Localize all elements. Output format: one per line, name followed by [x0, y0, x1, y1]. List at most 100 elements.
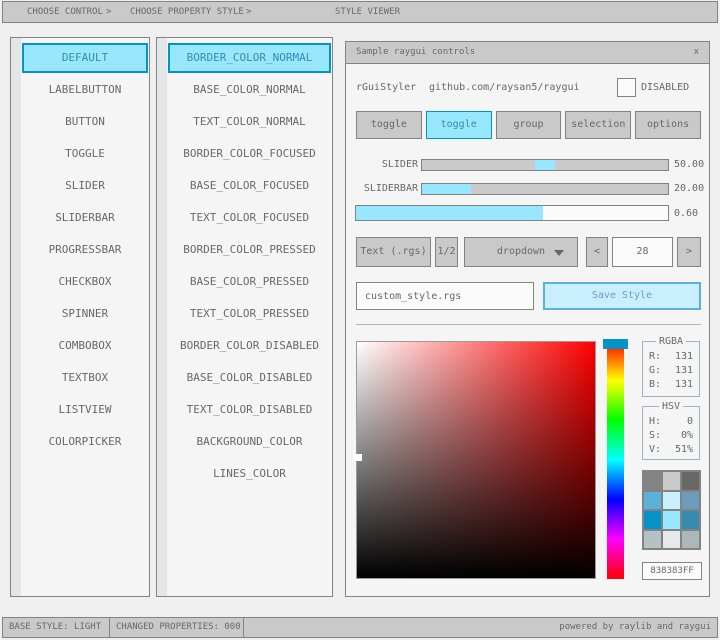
disabled-checkbox-label: DISABLED	[641, 78, 689, 97]
s-value: 0%	[681, 429, 693, 443]
color-panel-cursor[interactable]	[353, 454, 362, 461]
breadcrumb-choose-property-style: CHOOSE PROPERTY STYLE	[130, 2, 244, 22]
h-label: H:	[649, 415, 661, 429]
list-item-background-color[interactable]: BACKGROUND_COLOR	[168, 427, 331, 457]
style-palette-grid	[642, 470, 701, 550]
dropdown[interactable]: dropdown	[464, 237, 578, 267]
r-value: 131	[675, 350, 693, 364]
slider-value: 50.00	[674, 158, 704, 172]
v-label: V:	[649, 443, 661, 457]
list-item-sliderbar[interactable]: SLIDERBAR	[22, 203, 148, 233]
palette-swatch	[644, 492, 661, 510]
controls-list-panel: DEFAULT LABELBUTTON BUTTON TOGGLE SLIDER…	[10, 37, 150, 597]
list-item-border-color-disabled[interactable]: BORDER_COLOR_DISABLED	[168, 331, 331, 361]
list-item-base-color-disabled[interactable]: BASE_COLOR_DISABLED	[168, 363, 331, 393]
spinner-increment-button[interactable]: >	[677, 237, 701, 267]
spinner-decrement-button[interactable]: <	[586, 237, 608, 267]
list-item-colorpicker[interactable]: COLORPICKER	[22, 427, 148, 457]
toggle-button[interactable]: group	[496, 111, 562, 139]
breadcrumb: CHOOSE CONTROL > CHOOSE PROPERTY STYLE >…	[2, 1, 718, 23]
chevron-down-icon	[554, 250, 564, 256]
list-item-base-color-pressed[interactable]: BASE_COLOR_PRESSED	[168, 267, 331, 297]
rgba-title: RGBA	[656, 336, 686, 347]
page-toggle-button[interactable]: 1/2	[435, 237, 458, 267]
list-item-listview[interactable]: LISTVIEW	[22, 395, 148, 425]
palette-swatch	[644, 511, 661, 529]
status-changed-properties: CHANGED PROPERTIES: 000	[109, 617, 244, 638]
palette-swatch	[663, 531, 680, 549]
sample-controls-window: Sample raygui controls x rGuiStyler gith…	[345, 41, 710, 597]
list-item-text-color-disabled[interactable]: TEXT_COLOR_DISABLED	[168, 395, 331, 425]
r-label: R:	[649, 350, 661, 364]
sliderbar-fill	[422, 184, 471, 194]
save-style-button[interactable]: Save Style	[543, 282, 701, 310]
s-label: S:	[649, 429, 661, 443]
g-label: G:	[649, 364, 661, 378]
b-value: 131	[675, 378, 693, 392]
window-titlebar: Sample raygui controls x	[346, 42, 709, 64]
window-title: Sample raygui controls	[356, 42, 475, 63]
hue-bar-cursor[interactable]	[603, 339, 628, 349]
list-item-text-color-pressed[interactable]: TEXT_COLOR_PRESSED	[168, 299, 331, 329]
progressbar-value: 0.60	[674, 207, 698, 221]
list-item-slider[interactable]: SLIDER	[22, 171, 148, 201]
toggle-button[interactable]: toggle	[426, 111, 492, 139]
rgba-groupbox: RGBA R:131 G:131 B:131	[642, 341, 700, 397]
list-item-lines-color[interactable]: LINES_COLOR	[168, 459, 331, 489]
disabled-checkbox[interactable]	[617, 78, 636, 97]
controls-list-scrollbar[interactable]	[11, 38, 21, 596]
app-name-label: rGuiStyler	[356, 78, 416, 97]
list-item-border-color-focused[interactable]: BORDER_COLOR_FOCUSED	[168, 139, 331, 169]
chevron-right-icon: >	[246, 2, 251, 22]
list-item-toggle[interactable]: TOGGLE	[22, 139, 148, 169]
list-item-labelbutton[interactable]: LABELBUTTON	[22, 75, 148, 105]
breadcrumb-style-viewer: STYLE VIEWER	[335, 2, 400, 22]
list-item-textbox[interactable]: TEXTBOX	[22, 363, 148, 393]
slider-handle[interactable]	[535, 160, 555, 170]
list-item-border-color-normal[interactable]: BORDER_COLOR_NORMAL	[168, 43, 331, 73]
hex-color-input[interactable]: 838383FF	[642, 562, 702, 580]
repo-label: github.com/raysan5/raygui	[429, 78, 580, 97]
list-item-text-color-focused[interactable]: TEXT_COLOR_FOCUSED	[168, 203, 331, 233]
toggle-group: toggle toggle group selection options	[356, 111, 701, 139]
hue-bar[interactable]	[607, 341, 624, 579]
properties-list-scrollbar[interactable]	[157, 38, 167, 596]
sliderbar[interactable]	[421, 183, 669, 195]
text-rgs-button[interactable]: Text (.rgs)	[356, 237, 431, 267]
list-item-button[interactable]: BUTTON	[22, 107, 148, 137]
palette-swatch	[663, 492, 680, 510]
hsv-groupbox: HSV H:0 S:0% V:51%	[642, 406, 700, 460]
close-icon[interactable]: x	[690, 42, 703, 63]
palette-swatch	[682, 531, 699, 549]
list-item-base-color-normal[interactable]: BASE_COLOR_NORMAL	[168, 75, 331, 105]
toggle-button[interactable]: toggle	[356, 111, 422, 139]
list-item-combobox[interactable]: COMBOBOX	[22, 331, 148, 361]
status-powered-by: powered by raylib and raygui	[243, 617, 718, 638]
spinner-value-box[interactable]: 28	[612, 237, 673, 267]
list-item-text-color-normal[interactable]: TEXT_COLOR_NORMAL	[168, 107, 331, 137]
toggle-button[interactable]: selection	[565, 111, 631, 139]
list-item-border-color-pressed[interactable]: BORDER_COLOR_PRESSED	[168, 235, 331, 265]
filename-input[interactable]	[356, 282, 534, 310]
list-item-checkbox[interactable]: CHECKBOX	[22, 267, 148, 297]
list-item-spinner[interactable]: SPINNER	[22, 299, 148, 329]
breadcrumb-choose-control: CHOOSE CONTROL	[27, 2, 103, 22]
slider-label: SLIDER	[356, 158, 418, 172]
list-item-base-color-focused[interactable]: BASE_COLOR_FOCUSED	[168, 171, 331, 201]
list-item-default[interactable]: DEFAULT	[22, 43, 148, 73]
palette-swatch	[663, 472, 680, 490]
list-item-progressbar[interactable]: PROGRESSBAR	[22, 235, 148, 265]
divider	[356, 324, 701, 325]
properties-list-panel: BORDER_COLOR_NORMAL BASE_COLOR_NORMAL TE…	[156, 37, 333, 597]
h-value: 0	[687, 415, 693, 429]
progressbar-fill	[356, 206, 543, 220]
palette-swatch	[644, 472, 661, 490]
chevron-right-icon: >	[106, 2, 111, 22]
toggle-button[interactable]: options	[635, 111, 701, 139]
slider[interactable]	[421, 159, 669, 171]
v-value: 51%	[675, 443, 693, 457]
sliderbar-label: SLIDERBAR	[356, 182, 418, 196]
g-value: 131	[675, 364, 693, 378]
sliderbar-value: 20.00	[674, 182, 704, 196]
color-panel[interactable]	[356, 341, 596, 579]
